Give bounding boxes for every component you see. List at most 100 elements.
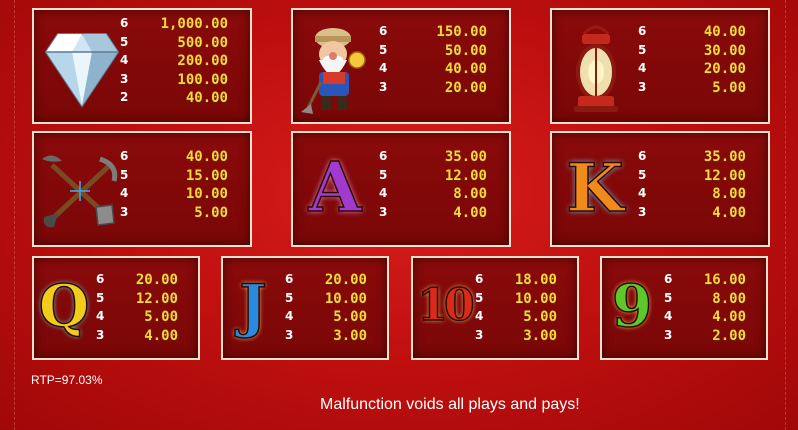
paytable-row: 3 100.00	[120, 72, 232, 91]
payout-value: 4.00	[712, 204, 746, 221]
paytable-panel-ace: A 6 35.00 5 12.00 4 8.00 3 4.00	[291, 131, 511, 247]
paytable-row: 3 3.00	[475, 328, 575, 347]
paytable-rows: 6 35.00 5 12.00 4 8.00 3 4.00	[379, 149, 491, 223]
symbol-count: 6	[379, 24, 388, 38]
symbol-count: 5	[96, 290, 105, 305]
paytable-rows: 6 18.00 5 10.00 4 5.00 3 3.00	[475, 272, 575, 346]
paytable-panel-queen: Q 6 20.00 5 12.00 4 5.00 3 4.00	[32, 256, 200, 360]
paytable-row: 3 4.00	[96, 328, 196, 347]
payout-value: 20.00	[703, 61, 746, 77]
paytable-panel-nine: 9 6 16.00 5 8.00 4 4.00 3 2.00	[600, 256, 768, 360]
payout-value: 1,000.00	[160, 16, 228, 32]
paytable-row: 5 15.00	[120, 168, 232, 187]
symbol-count: 4	[285, 309, 294, 323]
symbol-count: 3	[638, 79, 647, 94]
payout-value: 5.00	[712, 79, 746, 96]
payout-value: 100.00	[177, 71, 228, 88]
symbol-count: 6	[638, 149, 647, 163]
symbol-count: 6	[638, 24, 647, 38]
paytable-panel-pickaxe: 6 40.00 5 15.00 4 10.00 3 5.00	[32, 131, 252, 247]
symbol-count: 4	[664, 309, 673, 323]
paytable-row: 4 5.00	[475, 309, 575, 328]
paytable-row: 5 50.00	[379, 43, 491, 62]
payout-value: 10.00	[514, 290, 557, 307]
jack-glyph: J	[239, 271, 268, 341]
payout-value: 16.00	[703, 272, 746, 288]
payout-value: 20.00	[444, 79, 487, 96]
paytable-row: 4 20.00	[638, 61, 750, 80]
payout-value: 30.00	[703, 42, 746, 59]
paytable-panel-miner: 6 150.00 5 50.00 4 40.00 3 20.00	[291, 8, 511, 124]
paytable-row: 4 200.00	[120, 53, 232, 72]
queen-symbol: Q	[34, 264, 94, 350]
symbol-count: 4	[638, 186, 647, 200]
paytable-rows: 6 35.00 5 12.00 4 8.00 3 4.00	[638, 149, 750, 223]
paytable-panel-ten: 10 6 18.00 5 10.00 4 5.00 3 3.00	[411, 256, 579, 360]
paytable-row: 5 12.00	[638, 168, 750, 187]
ace-glyph: A	[308, 147, 362, 229]
paytable-row: 5 8.00	[664, 291, 764, 310]
payout-value: 4.00	[144, 327, 178, 344]
paytable-rows: 6 20.00 5 10.00 4 5.00 3 3.00	[285, 272, 385, 346]
paytable-row: 6 150.00	[379, 24, 491, 43]
paytable-rows: 6 150.00 5 50.00 4 40.00 3 20.00	[379, 24, 491, 98]
paytable-row: 6 35.00	[638, 149, 750, 168]
ten-glyph: 10	[417, 279, 476, 332]
queen-glyph: Q	[38, 271, 90, 341]
paytable-row: 5 30.00	[638, 43, 750, 62]
symbol-count: 5	[475, 290, 484, 305]
payout-value: 8.00	[712, 186, 746, 202]
paytable-row: 3 4.00	[379, 205, 491, 224]
symbol-count: 4	[96, 309, 105, 323]
lantern-icon	[564, 20, 628, 116]
symbol-count: 5	[120, 34, 129, 49]
symbol-count: 3	[638, 204, 647, 219]
symbol-count: 6	[664, 272, 673, 286]
paytable-row: 6 1,000.00	[120, 16, 232, 35]
payout-value: 35.00	[703, 149, 746, 165]
malfunction-disclaimer: Malfunction voids all plays and pays!	[320, 396, 580, 413]
paytable-row: 4 5.00	[96, 309, 196, 328]
payout-value: 2.00	[712, 327, 746, 344]
payout-value: 3.00	[333, 327, 367, 344]
symbol-count: 6	[120, 149, 129, 163]
paytable-row: 4 10.00	[120, 186, 232, 205]
ten-symbol: 10	[413, 264, 476, 350]
rtp-label: RTP=97.03%	[31, 373, 103, 387]
payout-value: 150.00	[436, 24, 487, 40]
paytable-rows: 6 20.00 5 12.00 4 5.00 3 4.00	[96, 272, 196, 346]
jack-symbol: J	[225, 264, 281, 350]
symbol-count: 3	[475, 327, 484, 342]
payout-value: 40.00	[185, 149, 228, 165]
paytable-row: 6 16.00	[664, 272, 764, 291]
payout-value: 40.00	[444, 61, 487, 77]
paytable-row: 5 12.00	[379, 168, 491, 187]
payout-value: 40.00	[703, 24, 746, 40]
symbol-count: 3	[120, 204, 129, 219]
payout-value: 50.00	[444, 42, 487, 59]
symbol-count: 5	[638, 42, 647, 57]
paytable-panel-lantern: 6 40.00 5 30.00 4 20.00 3 5.00	[550, 8, 770, 124]
paytable-rows: 6 40.00 5 30.00 4 20.00 3 5.00	[638, 24, 750, 98]
payout-value: 8.00	[453, 186, 487, 202]
paytable-panel-diamond: 6 1,000.00 5 500.00 4 200.00 3 100.00 2 40.00	[32, 8, 252, 124]
symbol-count: 4	[638, 61, 647, 75]
paytable-row: 6 20.00	[96, 272, 196, 291]
nine-glyph: 9	[611, 271, 653, 341]
paytable-rows: 6 40.00 5 15.00 4 10.00 3 5.00	[120, 149, 232, 223]
symbol-count: 6	[96, 272, 105, 286]
payout-value: 3.00	[523, 327, 557, 344]
payout-value: 5.00	[194, 204, 228, 221]
symbol-count: 3	[285, 327, 294, 342]
paytable-row: 4 8.00	[379, 186, 491, 205]
paytable-row: 5 10.00	[475, 291, 575, 310]
payout-value: 4.00	[712, 309, 746, 325]
symbol-count: 5	[638, 167, 647, 182]
paytable-rows: 6 1,000.00 5 500.00 4 200.00 3 100.00 2 40.00	[120, 16, 232, 109]
symbol-count: 3	[96, 327, 105, 342]
symbol-count: 4	[120, 186, 129, 200]
paytable-row: 5 10.00	[285, 291, 385, 310]
paytable-row: 5 12.00	[96, 291, 196, 310]
payout-value: 5.00	[333, 309, 367, 325]
symbol-count: 3	[664, 327, 673, 342]
